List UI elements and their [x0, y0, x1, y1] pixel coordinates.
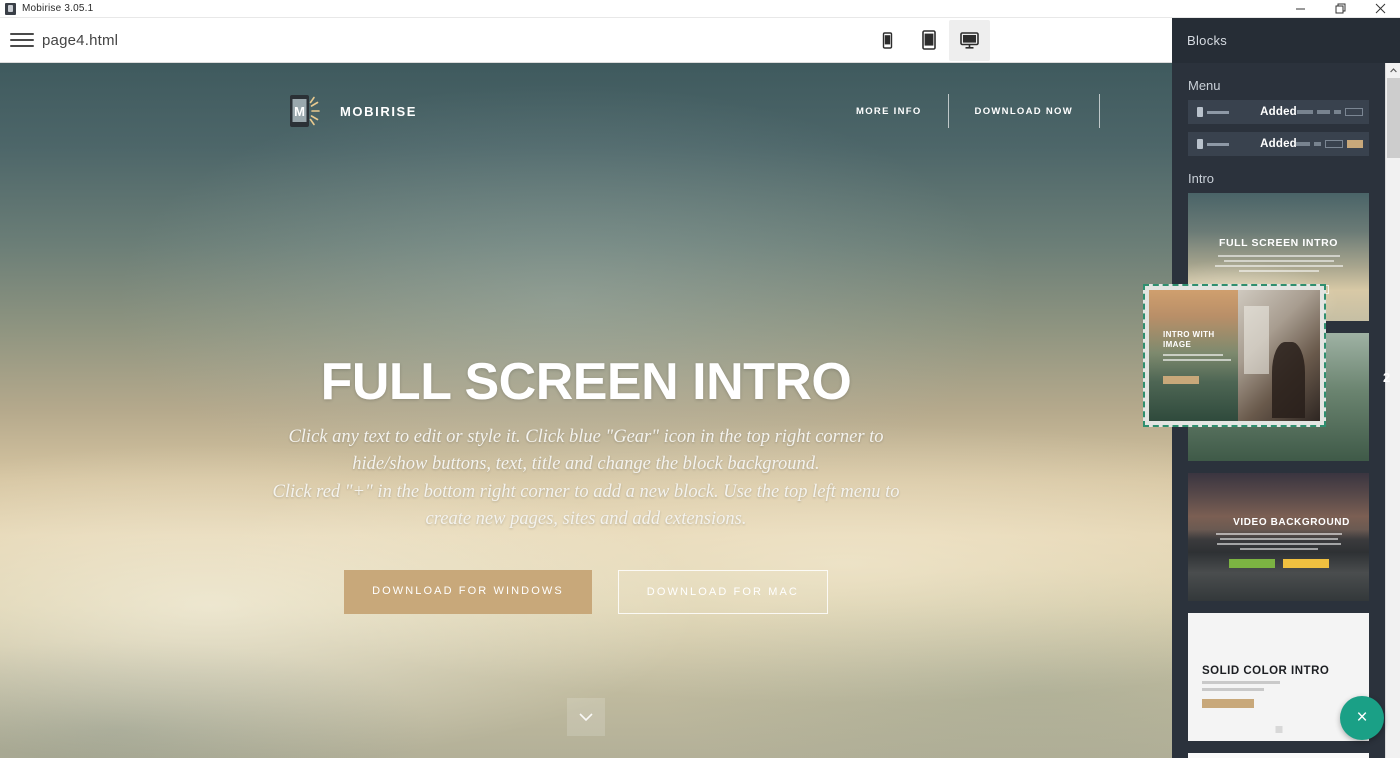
block-item-video-background[interactable]: VIDEO BACKGROUND: [1188, 473, 1369, 601]
thumb-title: SOLID COLOR INTRO: [1202, 665, 1330, 677]
site-nav-links: MORE INFO DOWNLOAD NOW: [830, 94, 1100, 128]
view-mode-mobile[interactable]: [867, 20, 908, 61]
blocks-panel-header: Blocks: [1172, 18, 1400, 63]
nav-link-more-info[interactable]: MORE INFO: [830, 96, 948, 127]
thumb-brand-bar: [1207, 142, 1229, 146]
window-controls: [1280, 0, 1400, 18]
current-page-filename[interactable]: page4.html: [42, 32, 118, 49]
section-label-menu: Menu: [1188, 78, 1221, 93]
hero-button-group: DOWNLOAD FOR WINDOWS DOWNLOAD FOR MAC: [0, 569, 1172, 614]
nav-link-download-now[interactable]: DOWNLOAD NOW: [949, 96, 1099, 127]
dragged-block-badge: 2: [1383, 370, 1391, 385]
hero-content: FULL SCREEN INTRO Click any text to edit…: [0, 354, 1172, 614]
section-label-intro: Intro: [1188, 171, 1215, 186]
thumb-cta-box: [1345, 108, 1363, 116]
thumb-line: [1202, 681, 1280, 684]
thumb-button-primary: [1228, 559, 1275, 568]
scroll-up-arrow-icon[interactable]: [1386, 63, 1400, 78]
thumb-line: [1223, 260, 1334, 262]
site-brand[interactable]: M MOBIRISE: [288, 92, 417, 130]
thumb-line: [1163, 354, 1223, 356]
thumb-line: [1239, 548, 1318, 550]
view-mode-tablet[interactable]: [908, 20, 949, 61]
hero-subtitle-line-2: hide/show buttons, text, title and chang…: [352, 454, 820, 475]
mobirise-logo-icon: M: [288, 92, 328, 130]
block-item-menu-1[interactable]: Added: [1188, 100, 1369, 124]
thumb-line: [1163, 359, 1231, 361]
hero-subtitle-line-1: Click any text to edit or style it. Clic…: [288, 427, 884, 448]
window-titlebar: Mobirise 3.05.1: [0, 0, 1400, 18]
download-for-windows-button[interactable]: DOWNLOAD FOR WINDOWS: [344, 569, 592, 614]
thumb-button-row: [1188, 559, 1369, 568]
dragged-block-title: INTRO WITH IMAGE: [1163, 330, 1215, 350]
thumb-link-group: [1297, 108, 1363, 116]
dragged-block-lines: [1163, 354, 1231, 361]
thumb-line: [1217, 255, 1340, 257]
thumb-title: VIDEO BACKGROUND: [1233, 517, 1350, 528]
window-title: Mobirise 3.05.1: [22, 3, 94, 14]
scroll-down-button[interactable]: [567, 698, 605, 736]
thumb-logo-icon: [1197, 139, 1203, 149]
page-preview-canvas[interactable]: M MOBIRISE MORE INFO DOWNLOAD NOW FULL S…: [0, 63, 1172, 758]
thumb-line: [1219, 538, 1338, 540]
thumb-link: [1314, 142, 1321, 146]
svg-text:M: M: [294, 104, 305, 119]
thumb-line: [1216, 543, 1341, 545]
restore-button[interactable]: [1320, 0, 1360, 18]
dragged-block-image: [1237, 290, 1320, 421]
hero-subtitle-line-3: Click red "+" in the bottom right corner…: [272, 481, 900, 502]
thumb-cta-button: [1347, 140, 1363, 148]
thumb-brand-bar: [1207, 110, 1229, 114]
minimize-button[interactable]: [1280, 0, 1320, 18]
nav-separator: [1099, 94, 1100, 128]
scrollbar-thumb[interactable]: [1387, 78, 1400, 158]
thumb-link: [1297, 110, 1313, 114]
app-icon: [5, 2, 16, 15]
thumb-button-primary: [1202, 699, 1254, 708]
hero-subtitle-line-4: create new pages, sites and add extensio…: [425, 509, 747, 530]
site-navbar: M MOBIRISE MORE INFO DOWNLOAD NOW: [0, 83, 1172, 139]
block-item-menu-2[interactable]: Added: [1188, 132, 1369, 156]
dragged-block-left: INTRO WITH IMAGE: [1149, 290, 1238, 421]
thumb-link: [1296, 142, 1310, 146]
close-blocks-panel-button[interactable]: ×: [1340, 696, 1384, 740]
thumb-scroll-dot: [1275, 726, 1282, 733]
thumb-button-secondary: [1282, 559, 1329, 568]
chevron-down-icon: [579, 713, 593, 722]
view-mode-desktop[interactable]: [949, 19, 990, 61]
hero-subtitle[interactable]: Click any text to edit or style it. Clic…: [0, 424, 1172, 534]
thumb-logo-icon: [1197, 107, 1203, 117]
site-brand-name: MOBIRISE: [340, 103, 418, 119]
dragged-block-ghost[interactable]: INTRO WITH IMAGE: [1143, 284, 1326, 427]
block-item-next[interactable]: [1188, 753, 1369, 758]
thumb-line: [1215, 533, 1342, 535]
thumb-text-lines: [1188, 533, 1369, 550]
full-screen-intro-block[interactable]: M MOBIRISE MORE INFO DOWNLOAD NOW FULL S…: [0, 63, 1172, 758]
download-for-mac-button[interactable]: DOWNLOAD FOR MAC: [617, 569, 828, 614]
thumb-line: [1238, 270, 1319, 272]
view-mode-switch: [867, 18, 990, 63]
thumb-cta-box: [1325, 140, 1343, 148]
thumb-title: FULL SCREEN INTRO: [1218, 237, 1339, 249]
dragged-block-button: [1163, 376, 1199, 384]
close-button[interactable]: [1360, 0, 1400, 18]
blocks-panel-title: Blocks: [1187, 33, 1228, 48]
thumb-link: [1334, 110, 1341, 114]
hamburger-menu-icon[interactable]: [10, 31, 34, 49]
thumb-line: [1202, 688, 1264, 691]
thumb-text-lines: [1188, 255, 1369, 272]
thumb-line: [1214, 265, 1343, 267]
thumb-link: [1317, 110, 1330, 114]
hero-title[interactable]: FULL SCREEN INTRO: [0, 354, 1172, 410]
thumb-link-group: [1296, 140, 1363, 148]
